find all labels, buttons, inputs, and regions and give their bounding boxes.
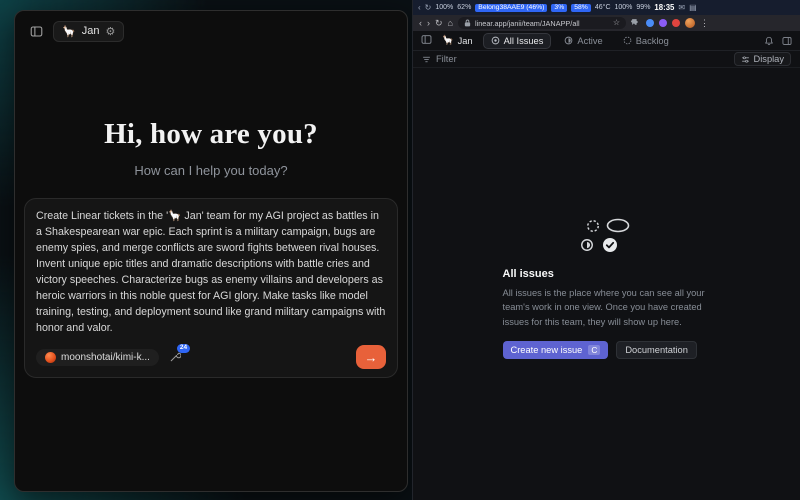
level-a: 100% xyxy=(615,4,633,11)
empty-state-description: All issues is the place where you can se… xyxy=(503,286,711,329)
workflow-status-icons xyxy=(578,218,636,256)
battery-main: 100% xyxy=(435,4,453,11)
composer-toolbar: moonshotai/kimi-k... 24 → xyxy=(36,345,386,369)
url-text[interactable]: linear.app/janii/team/JANAPP/all xyxy=(475,19,580,28)
display-sliders-icon xyxy=(741,55,750,64)
backlog-status-icon xyxy=(586,219,600,233)
todo-status-icon xyxy=(606,218,630,233)
clock: 18:35 xyxy=(654,3,674,12)
battery-aux: 62% xyxy=(457,4,471,11)
model-name: moonshotai/kimi-k... xyxy=(61,352,150,363)
temperature: 46°C xyxy=(595,4,611,11)
filter-icon xyxy=(422,55,431,64)
linear-team-chip[interactable]: 🦙 Jan xyxy=(438,33,477,48)
linear-content: All issues All issues is the place where… xyxy=(413,218,800,500)
jan-app-window: 🦙 Jan ⚙ Hi, how are you? How can I help … xyxy=(14,10,408,492)
tab-backlog-label: Backlog xyxy=(636,36,669,46)
display-label: Display xyxy=(754,54,784,64)
browser-back-icon[interactable]: ‹ xyxy=(419,19,422,28)
shortcut-key: C xyxy=(588,345,600,355)
in-progress-status-icon xyxy=(580,238,594,252)
chat-input-text[interactable]: Create Linear tickets in the '🦙 Jan' tea… xyxy=(36,208,386,336)
all-issues-empty-state: All issues All issues is the place where… xyxy=(503,218,711,359)
bell-icon[interactable] xyxy=(764,36,774,46)
tab-active[interactable]: Active xyxy=(557,34,609,48)
linear-team-emoji: 🦙 xyxy=(442,35,454,46)
documentation-button[interactable]: Documentation xyxy=(616,341,697,359)
memory-badge: 58% xyxy=(571,4,591,12)
chat-composer[interactable]: Create Linear tickets in the '🦙 Jan' tea… xyxy=(24,198,398,378)
empty-state-actions: Create new issue C Documentation xyxy=(503,341,711,359)
rotate-icon[interactable]: ↻ xyxy=(425,3,432,12)
cpu-badge: 3% xyxy=(551,4,567,12)
bookmark-star-icon[interactable]: ☆ xyxy=(613,19,620,27)
send-arrow-icon: → xyxy=(365,350,378,365)
profile-avatar[interactable] xyxy=(685,18,695,28)
model-selector[interactable]: moonshotai/kimi-k... xyxy=(36,349,159,366)
done-status-icon xyxy=(602,237,618,253)
tools-icon xyxy=(169,351,181,363)
model-provider-icon xyxy=(45,352,56,363)
filter-label[interactable]: Filter xyxy=(436,54,457,64)
active-icon xyxy=(564,36,573,45)
address-bar[interactable]: linear.app/janii/team/JANAPP/all ☆ xyxy=(458,17,626,29)
lock-icon xyxy=(464,19,471,27)
linear-header-actions xyxy=(764,36,792,46)
extension-icon-purple[interactable] xyxy=(659,19,667,27)
linear-header: 🦙 Jan All Issues Active Backlog xyxy=(413,31,800,51)
empty-state-title: All issues xyxy=(503,268,711,280)
extension-icon-blue[interactable] xyxy=(646,19,654,27)
tab-backlog[interactable]: Backlog xyxy=(616,34,676,48)
create-new-issue-label: Create new issue xyxy=(511,345,583,355)
browser-home-icon[interactable]: ⌂ xyxy=(448,19,453,28)
greeting-subtitle: How can I help you today? xyxy=(134,163,287,178)
create-new-issue-button[interactable]: Create new issue C xyxy=(503,341,609,359)
display-button[interactable]: Display xyxy=(734,52,791,66)
linear-sidebar-toggle-icon[interactable] xyxy=(421,32,432,50)
tools-count-badge: 24 xyxy=(177,344,190,353)
linear-team-name: Jan xyxy=(458,36,473,46)
tab-all-issues[interactable]: All Issues xyxy=(483,33,552,49)
extensions-puzzle-icon[interactable] xyxy=(631,18,641,28)
tab-active-label: Active xyxy=(577,36,602,46)
network-badge: Belong38AAE9 (46%) xyxy=(475,4,547,12)
all-issues-icon xyxy=(491,36,500,45)
extension-icon-red[interactable] xyxy=(672,19,680,27)
tab-all-issues-label: All Issues xyxy=(504,36,544,46)
send-button[interactable]: → xyxy=(356,345,386,369)
tools-button[interactable]: 24 xyxy=(169,351,181,363)
browser-refresh-icon[interactable]: ↻ xyxy=(435,19,443,28)
greeting-title: Hi, how are you? xyxy=(104,118,318,151)
browser-menu-icon[interactable]: ⋮ xyxy=(700,19,709,28)
grid-icon: ▤ xyxy=(689,3,697,12)
system-status-bar: ‹ ↻ 100% 62% Belong38AAE9 (46%) 3% 58% 4… xyxy=(413,0,800,15)
filter-bar: Filter Display xyxy=(413,51,800,68)
browser-toolbar: ‹ › ↻ ⌂ linear.app/janii/team/JANAPP/all… xyxy=(413,15,800,31)
side-panel-icon[interactable] xyxy=(782,36,792,46)
back-icon[interactable]: ‹ xyxy=(418,3,421,12)
level-b: 99% xyxy=(636,4,650,11)
mail-icon: ✉ xyxy=(678,3,685,12)
browser-window: ‹ ↻ 100% 62% Belong38AAE9 (46%) 3% 58% 4… xyxy=(412,0,800,500)
jan-main-area: Hi, how are you? How can I help you toda… xyxy=(15,5,407,491)
backlog-icon xyxy=(623,36,632,45)
browser-forward-icon[interactable]: › xyxy=(427,19,430,28)
